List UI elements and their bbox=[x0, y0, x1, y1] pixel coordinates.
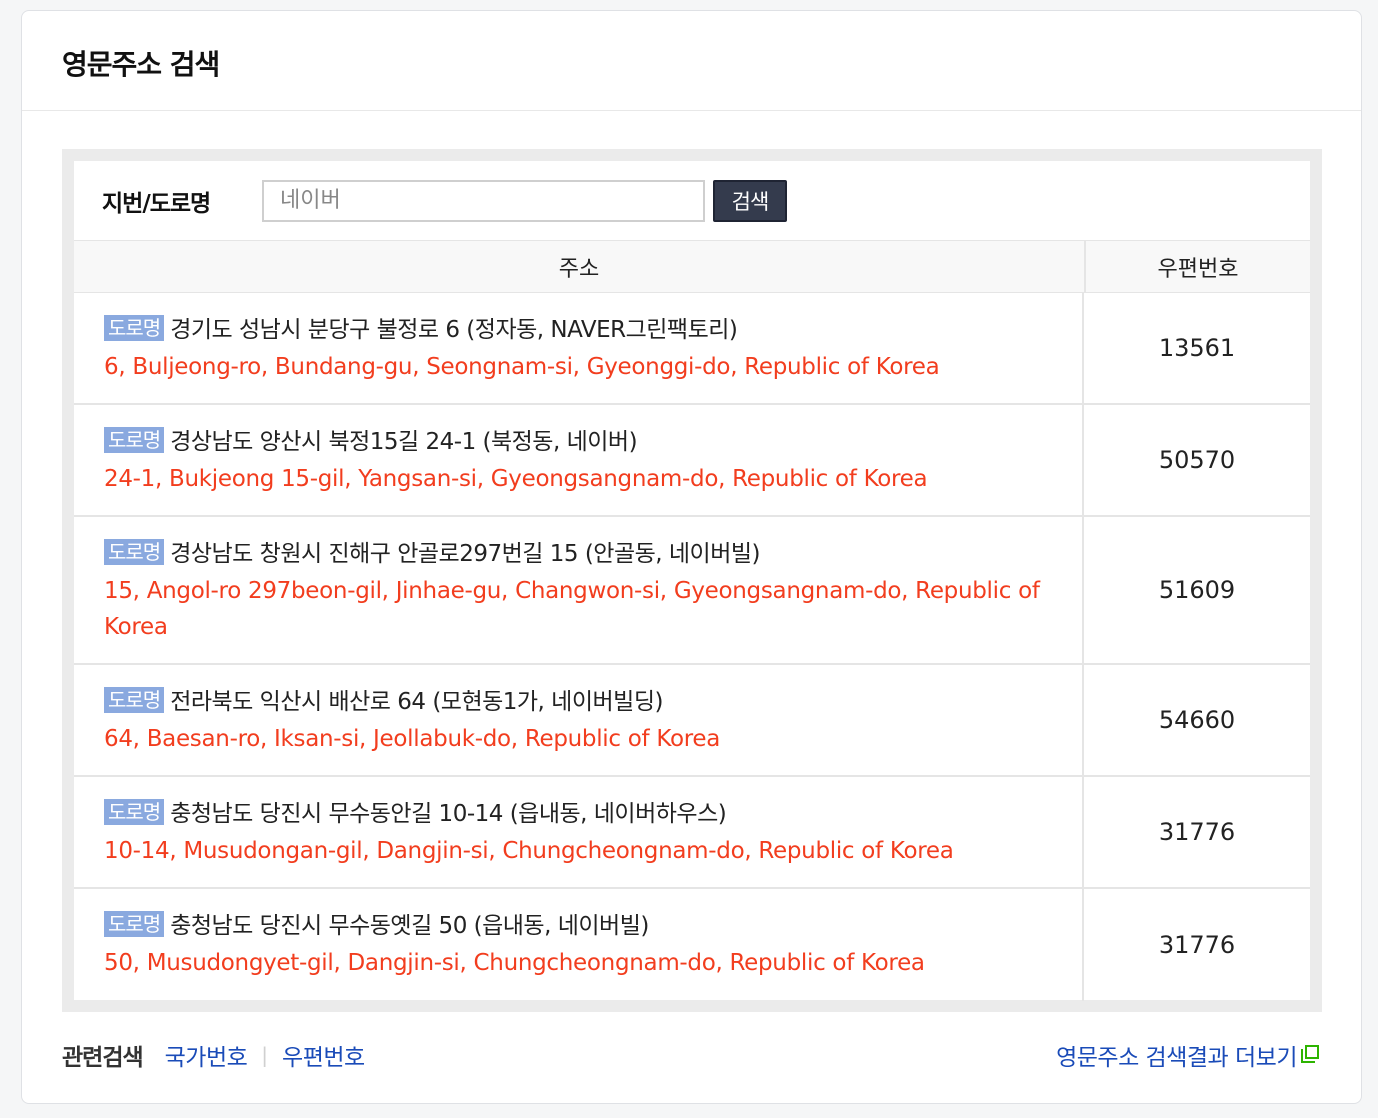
card-header: 영문주소 검색 bbox=[22, 11, 1361, 111]
table-row: 도로명 경상남도 양산시 북정15길 24-1 (북정동, 네이버) 24-1, … bbox=[74, 405, 1310, 517]
english-address[interactable]: 15, Angol-ro 297beon-gil, Jinhae-gu, Cha… bbox=[104, 573, 1062, 645]
related-search-footer: 관련검색 국가번호 | 우편번호 영문주소 검색결과 더보기 bbox=[62, 1035, 1321, 1075]
road-name-tag: 도로명 bbox=[104, 687, 165, 713]
korean-address[interactable]: 도로명 전라북도 익산시 배산로 64 (모현동1가, 네이버빌딩) bbox=[104, 686, 1062, 718]
korean-address[interactable]: 도로명 경기도 성남시 분당구 불정로 6 (정자동, NAVER그린팩토리) bbox=[104, 314, 1062, 346]
road-name-tag: 도로명 bbox=[104, 911, 165, 937]
road-name-tag: 도로명 bbox=[104, 539, 165, 565]
english-address[interactable]: 64, Baesan-ro, Iksan-si, Jeollabuk-do, R… bbox=[104, 721, 1062, 757]
table-row: 도로명 경기도 성남시 분당구 불정로 6 (정자동, NAVER그린팩토리) 6… bbox=[74, 293, 1310, 405]
table-row: 도로명 충청남도 당진시 무수동안길 10-14 (읍내동, 네이버하우스) 10… bbox=[74, 777, 1310, 889]
english-address-card: 영문주소 검색 지번/도로명 검색 주소 우편번호 도로명경기도 성남시 분당구… bbox=[21, 10, 1362, 1104]
column-header-address: 주소 bbox=[74, 241, 1086, 292]
related-search-label: 관련검색 bbox=[62, 1045, 144, 1071]
zip-code: 13561 bbox=[1158, 334, 1236, 362]
search-panel: 지번/도로명 검색 주소 우편번호 도로명경기도 성남시 분당구 불정로 6 (… bbox=[62, 149, 1322, 1012]
address-cell: 도로명 경기도 성남시 분당구 불정로 6 (정자동, NAVER그린팩토리) 6… bbox=[74, 293, 1084, 403]
table-row: 도로명 충청남도 당진시 무수동옛길 50 (읍내동, 네이버빌) 50, Mus… bbox=[74, 889, 1310, 1001]
zip-code-link[interactable]: 우편번호 bbox=[282, 1038, 365, 1072]
search-button[interactable]: 검색 bbox=[713, 179, 787, 222]
zip-code: 54660 bbox=[1158, 706, 1236, 734]
zip-code: 51609 bbox=[1158, 576, 1236, 604]
korean-address-text: 경상남도 창원시 진해구 안골로297번길 15 (안골동, 네이버빌) bbox=[170, 541, 761, 567]
country-code-link[interactable]: 국가번호 bbox=[165, 1038, 248, 1072]
korean-address-text: 전라북도 익산시 배산로 64 (모현동1가, 네이버빌딩) bbox=[170, 689, 663, 715]
zip-code: 50570 bbox=[1158, 446, 1236, 474]
korean-address-text: 충청남도 당진시 무수동안길 10-14 (읍내동, 네이버하우스) bbox=[170, 801, 727, 827]
road-name-tag: 도로명 bbox=[104, 315, 165, 341]
address-cell: 도로명 경상남도 양산시 북정15길 24-1 (북정동, 네이버) 24-1, … bbox=[74, 405, 1084, 515]
korean-address[interactable]: 도로명 충청남도 당진시 무수동안길 10-14 (읍내동, 네이버하우스) bbox=[104, 798, 1062, 830]
english-address[interactable]: 10-14, Musudongan-gil, Dangjin-si, Chung… bbox=[104, 833, 1062, 869]
address-cell: 도로명 경상남도 창원시 진해구 안골로297번길 15 (안골동, 네이버빌) … bbox=[74, 517, 1084, 663]
korean-address-text: 경상남도 양산시 북정15길 24-1 (북정동, 네이버) bbox=[170, 429, 638, 455]
column-header-zip: 우편번호 bbox=[1157, 256, 1239, 282]
korean-address[interactable]: 도로명 충청남도 당진시 무수동옛길 50 (읍내동, 네이버빌) bbox=[104, 910, 1062, 942]
more-results-link[interactable]: 영문주소 검색결과 더보기 bbox=[1056, 1038, 1321, 1072]
table-row: 도로명 경상남도 창원시 진해구 안골로297번길 15 (안골동, 네이버빌) … bbox=[74, 517, 1310, 665]
table-body: 도로명 경기도 성남시 분당구 불정로 6 (정자동, NAVER그린팩토리) 6… bbox=[74, 293, 1310, 1001]
english-address[interactable]: 24-1, Bukjeong 15-gil, Yangsan-si, Gyeon… bbox=[104, 461, 1062, 497]
search-panel-inner: 지번/도로명 검색 주소 우편번호 도로명경기도 성남시 분당구 불정로 6 (… bbox=[74, 161, 1310, 1001]
zip-code: 31776 bbox=[1158, 931, 1236, 959]
link-divider: | bbox=[261, 1043, 269, 1067]
search-label: 지번/도로명 bbox=[102, 190, 211, 217]
table-row: 도로명 전라북도 익산시 배산로 64 (모현동1가, 네이버빌딩) 64, Ba… bbox=[74, 665, 1310, 777]
card-title: 영문주소 검색 bbox=[62, 48, 220, 81]
address-cell: 도로명 충청남도 당진시 무수동옛길 50 (읍내동, 네이버빌) 50, Mus… bbox=[74, 889, 1084, 1001]
road-name-tag: 도로명 bbox=[104, 799, 165, 825]
search-input[interactable] bbox=[262, 179, 705, 222]
zip-code: 31776 bbox=[1158, 818, 1236, 846]
search-row: 지번/도로명 검색 bbox=[74, 161, 1310, 241]
korean-address-text: 경기도 성남시 분당구 불정로 6 (정자동, NAVER그린팩토리) bbox=[170, 317, 738, 343]
english-address[interactable]: 50, Musudongyet-gil, Dangjin-si, Chungch… bbox=[104, 945, 1062, 981]
korean-address[interactable]: 도로명 경상남도 창원시 진해구 안골로297번길 15 (안골동, 네이버빌) bbox=[104, 538, 1062, 570]
address-cell: 도로명 충청남도 당진시 무수동안길 10-14 (읍내동, 네이버하우스) 10… bbox=[74, 777, 1084, 887]
external-window-icon bbox=[1301, 1045, 1321, 1065]
address-cell: 도로명 전라북도 익산시 배산로 64 (모현동1가, 네이버빌딩) 64, Ba… bbox=[74, 665, 1084, 775]
more-results-label: 영문주소 검색결과 더보기 bbox=[1056, 1045, 1297, 1071]
korean-address-text: 충청남도 당진시 무수동옛길 50 (읍내동, 네이버빌) bbox=[170, 913, 649, 939]
english-address[interactable]: 6, Buljeong-ro, Bundang-gu, Seongnam-si,… bbox=[104, 349, 1062, 385]
road-name-tag: 도로명 bbox=[104, 427, 165, 453]
table-header: 주소 우편번호 bbox=[74, 241, 1310, 293]
korean-address[interactable]: 도로명 경상남도 양산시 북정15길 24-1 (북정동, 네이버) bbox=[104, 426, 1062, 458]
